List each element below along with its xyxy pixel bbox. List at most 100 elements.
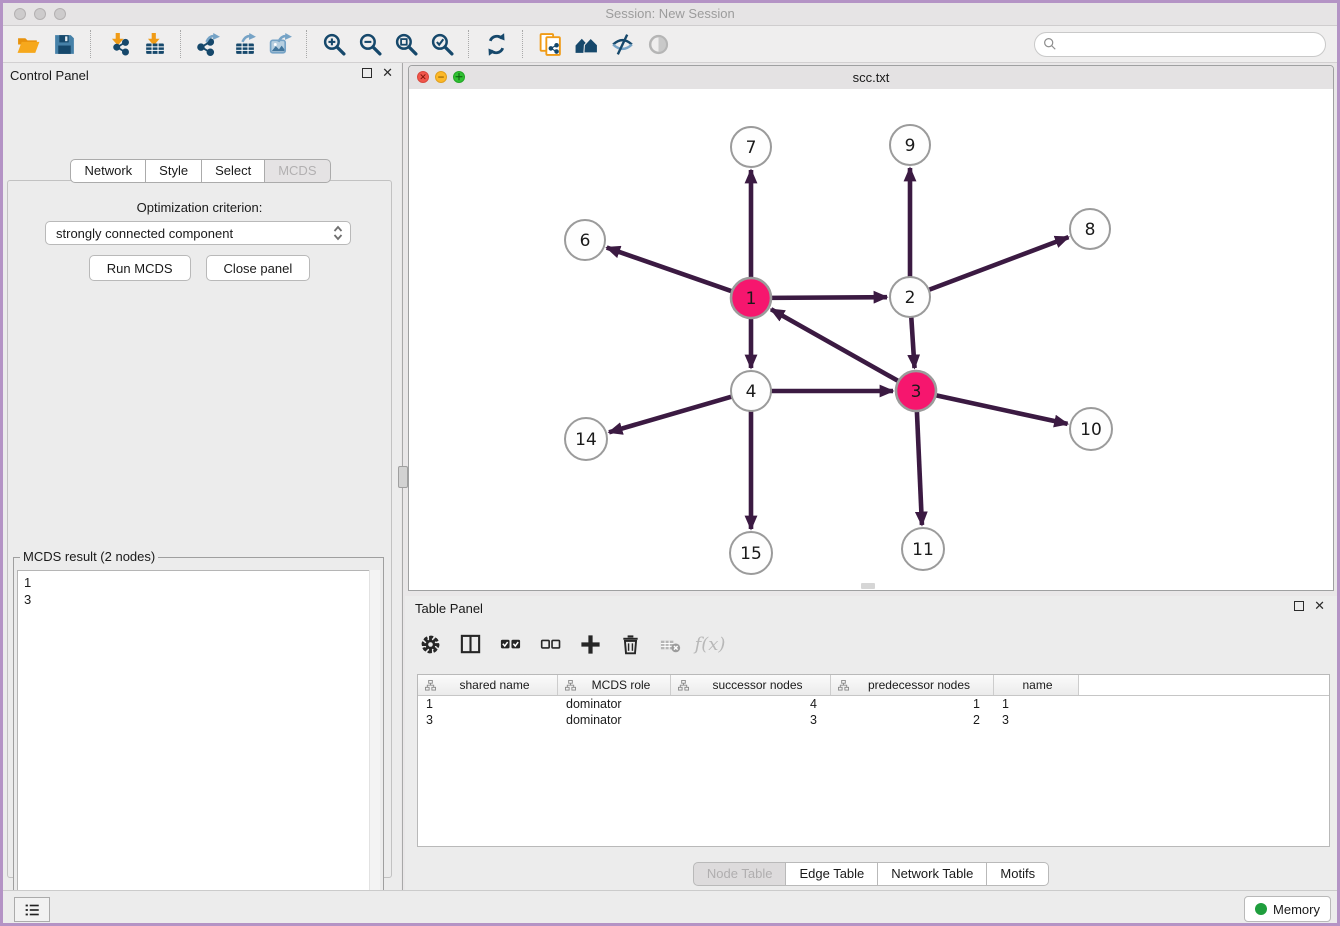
export-network-icon[interactable]	[193, 29, 223, 59]
column-header-name[interactable]: name	[994, 675, 1079, 695]
network-window-titlebar[interactable]: ✕ − ＋ scc.txt	[409, 66, 1333, 90]
graph-node-label-4: 4	[746, 382, 757, 402]
network-canvas[interactable]: 7968124314101511	[409, 89, 1333, 590]
table-tabs: Node TableEdge TableNetwork TableMotifs	[405, 862, 1337, 886]
graph-edge-4-14[interactable]	[609, 396, 733, 432]
cytoscape-window: Session: New Session Control Panel ✕ Net…	[0, 0, 1340, 926]
status-bar: Memory	[0, 890, 1340, 923]
column-header-shared-name[interactable]: shared name	[418, 675, 558, 695]
table-cell[interactable]: dominator	[558, 697, 671, 711]
table-cell[interactable]: 1	[418, 697, 558, 711]
table-row[interactable]: 3dominator323	[418, 712, 1329, 728]
network-view-window: ✕ − ＋ scc.txt 7968124314101511	[408, 65, 1334, 591]
import-network-icon[interactable]	[103, 29, 133, 59]
clone-network-icon[interactable]	[535, 29, 565, 59]
import-table-icon[interactable]	[139, 29, 169, 59]
tab-network-table[interactable]: Network Table	[878, 862, 987, 886]
graph-node-label-6: 6	[580, 231, 591, 251]
hide-panel-icon[interactable]	[607, 29, 637, 59]
mcds-result-group: MCDS result (2 nodes) 13	[13, 557, 384, 926]
tab-mcds[interactable]: MCDS	[265, 159, 330, 183]
optimization-label: Optimization criterion:	[8, 200, 391, 215]
zoom-out-icon[interactable]	[355, 29, 385, 59]
function-builder-icon[interactable]: f(x)	[697, 631, 723, 657]
close-table-panel-icon[interactable]: ✕	[1314, 601, 1325, 611]
graph-node-label-2: 2	[905, 288, 916, 308]
network-graph[interactable]: 7968124314101511	[409, 89, 1333, 590]
add-column-icon[interactable]	[577, 631, 603, 657]
delete-column-icon[interactable]	[617, 631, 643, 657]
zoom-in-icon[interactable]	[319, 29, 349, 59]
graph-edge-1-6[interactable]	[607, 248, 733, 292]
graph-edge-3-1[interactable]	[771, 309, 899, 381]
table-settings-icon[interactable]	[417, 631, 443, 657]
graph-node-label-15: 15	[740, 544, 762, 564]
table-cell[interactable]: 3	[671, 713, 831, 727]
search-input[interactable]	[1062, 36, 1317, 53]
table-cell[interactable]: 1	[831, 697, 994, 711]
table-panel-title: Table Panel	[415, 601, 483, 616]
graph-edge-1-2[interactable]	[770, 297, 887, 298]
tab-select[interactable]: Select	[202, 159, 265, 183]
export-image-icon[interactable]	[265, 29, 295, 59]
column-header-MCDS-role[interactable]: MCDS role	[558, 675, 671, 695]
graph-node-label-3: 3	[911, 382, 922, 402]
zoom-selected-icon[interactable]	[427, 29, 457, 59]
graph-edge-3-11[interactable]	[917, 410, 922, 525]
mcds-result-list[interactable]: 13	[17, 570, 380, 926]
network-view-title: scc.txt	[409, 70, 1333, 85]
graph-edge-3-10[interactable]	[935, 395, 1068, 424]
preview-icon[interactable]	[643, 29, 673, 59]
graph-edge-2-3[interactable]	[911, 316, 914, 368]
table-cell[interactable]: 3	[418, 713, 558, 727]
task-history-button[interactable]	[14, 897, 50, 922]
graph-edge-2-8[interactable]	[928, 237, 1069, 290]
toolbar-separator	[522, 30, 524, 58]
close-panel-icon[interactable]: ✕	[382, 68, 393, 78]
column-header-predecessor-nodes[interactable]: predecessor nodes	[831, 675, 994, 695]
float-table-panel-icon[interactable]	[1294, 601, 1304, 611]
select-all-icon[interactable]	[497, 631, 523, 657]
chevron-up-down-icon	[332, 225, 344, 241]
table-row[interactable]: 1dominator411	[418, 696, 1329, 712]
tab-edge-table[interactable]: Edge Table	[786, 862, 878, 886]
search-field[interactable]	[1034, 32, 1326, 57]
optimization-dropdown[interactable]: strongly connected component	[45, 221, 351, 245]
save-session-icon[interactable]	[49, 29, 79, 59]
table-cell[interactable]: dominator	[558, 713, 671, 727]
open-session-icon[interactable]	[13, 29, 43, 59]
export-table-icon[interactable]	[229, 29, 259, 59]
table-header-row: shared nameMCDS rolesuccessor nodesprede…	[418, 675, 1329, 696]
tab-style[interactable]: Style	[146, 159, 202, 183]
table-cell[interactable]: 4	[671, 697, 831, 711]
home-icon[interactable]	[571, 29, 601, 59]
table-cell[interactable]: 2	[831, 713, 994, 727]
tab-motifs[interactable]: Motifs	[987, 862, 1049, 886]
close-panel-button[interactable]: Close panel	[206, 255, 311, 281]
panel-mode-icon[interactable]	[457, 631, 483, 657]
toolbar-separator	[468, 30, 470, 58]
column-header-successor-nodes[interactable]: successor nodes	[671, 675, 831, 695]
app-title: Session: New Session	[0, 6, 1340, 21]
deselect-all-icon[interactable]	[537, 631, 563, 657]
dropdown-value: strongly connected component	[56, 226, 233, 241]
graph-node-label-10: 10	[1080, 420, 1102, 440]
toolbar-separator	[180, 30, 182, 58]
memory-button[interactable]: Memory	[1244, 896, 1331, 922]
graph-node-label-9: 9	[905, 136, 916, 156]
tab-network[interactable]: Network	[70, 159, 146, 183]
result-scrollbar[interactable]	[369, 570, 380, 926]
memory-status-icon	[1255, 903, 1267, 915]
table-cell[interactable]: 1	[994, 697, 1079, 711]
task-list-icon	[23, 901, 41, 919]
table-cell[interactable]: 3	[994, 713, 1079, 727]
split-divider-grip[interactable]	[398, 466, 408, 488]
float-panel-icon[interactable]	[362, 68, 372, 78]
delete-table-icon[interactable]	[657, 631, 683, 657]
run-mcds-button[interactable]: Run MCDS	[89, 255, 191, 281]
tab-node-table[interactable]: Node Table	[693, 862, 787, 886]
view-divider-grip[interactable]	[861, 583, 875, 589]
zoom-fit-icon[interactable]	[391, 29, 421, 59]
graph-node-label-7: 7	[746, 138, 757, 158]
refresh-icon[interactable]	[481, 29, 511, 59]
